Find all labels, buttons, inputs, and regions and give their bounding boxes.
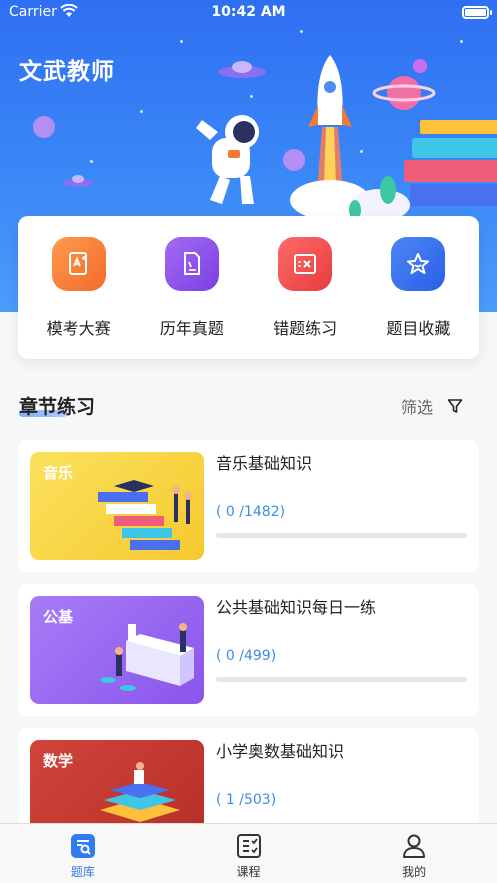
course-card-public-basics[interactable]: 公基 公共基础知识每日一练 ( 0 /499) (18, 584, 479, 716)
course-progress-text: ( 1 /503) (216, 792, 277, 808)
quick-action-mock-exam[interactable]: 模考大赛 (23, 236, 135, 339)
quick-action-favorites[interactable]: 题目收藏 (362, 236, 474, 339)
section-title: 章节练习 (19, 396, 96, 418)
course-title: 小学奥数基础知识 (216, 742, 345, 761)
quick-action-label: 题目收藏 (386, 318, 451, 338)
wrong-answer-icon (278, 236, 333, 291)
tab-label: 课程 (236, 865, 261, 879)
filter-label: 筛选 (400, 398, 433, 417)
chapter-practice-header: 章节练习 筛选 (19, 390, 479, 420)
course-thumbnail: 公基 (30, 596, 204, 704)
course-title: 公共基础知识每日一练 (216, 598, 377, 617)
tab-label: 我的 (402, 865, 427, 879)
progress-bar (216, 533, 467, 538)
profile-icon (403, 834, 426, 858)
course-list-icon (236, 834, 261, 858)
course-thumbnail: 音乐 (30, 452, 204, 560)
quick-actions-card: 模考大赛 历年真题 错题练习 题目收藏 (18, 216, 479, 359)
course-card-music[interactable]: 音乐 音乐基础知识 ( 0 /1482) (18, 440, 479, 572)
quick-action-label: 错题练习 (273, 318, 338, 338)
course-progress-text: ( 0 /1482) (216, 504, 286, 520)
filter-funnel-icon (447, 399, 463, 413)
tab-label: 题库 (70, 865, 95, 879)
bottom-tab-bar: 题库 课程 我的 (0, 823, 497, 883)
document-icon (164, 236, 219, 291)
course-title: 音乐基础知识 (216, 454, 313, 473)
quick-action-label: 模考大赛 (46, 318, 111, 338)
exam-paper-icon (51, 236, 106, 291)
progress-bar (216, 677, 467, 682)
course-card-math[interactable]: 数学 小学奥数基础知识 ( 1 /503) (18, 728, 479, 848)
status-bar: Carrier 10:42 AM (0, 0, 497, 26)
quick-action-label: 历年真题 (159, 318, 224, 338)
filter-button[interactable]: 筛选 (401, 394, 463, 418)
app-title: 文武教师 (19, 59, 115, 85)
quick-action-past-papers[interactable]: 历年真题 (136, 236, 248, 339)
books-stairs-illustration (98, 480, 192, 550)
tab-courses[interactable]: 课程 (166, 824, 332, 883)
tab-question-bank[interactable]: 题库 (0, 824, 166, 883)
quick-action-wrong-answers[interactable]: 错题练习 (249, 236, 361, 339)
question-bank-icon (70, 834, 95, 858)
tab-profile[interactable]: 我的 (331, 824, 497, 883)
course-progress-text: ( 0 /499) (216, 648, 277, 664)
clock-time: 10:42 AM (211, 4, 286, 20)
battery-icon (462, 6, 492, 19)
classroom-illustration (100, 623, 194, 691)
star-favorite-icon (391, 236, 446, 291)
